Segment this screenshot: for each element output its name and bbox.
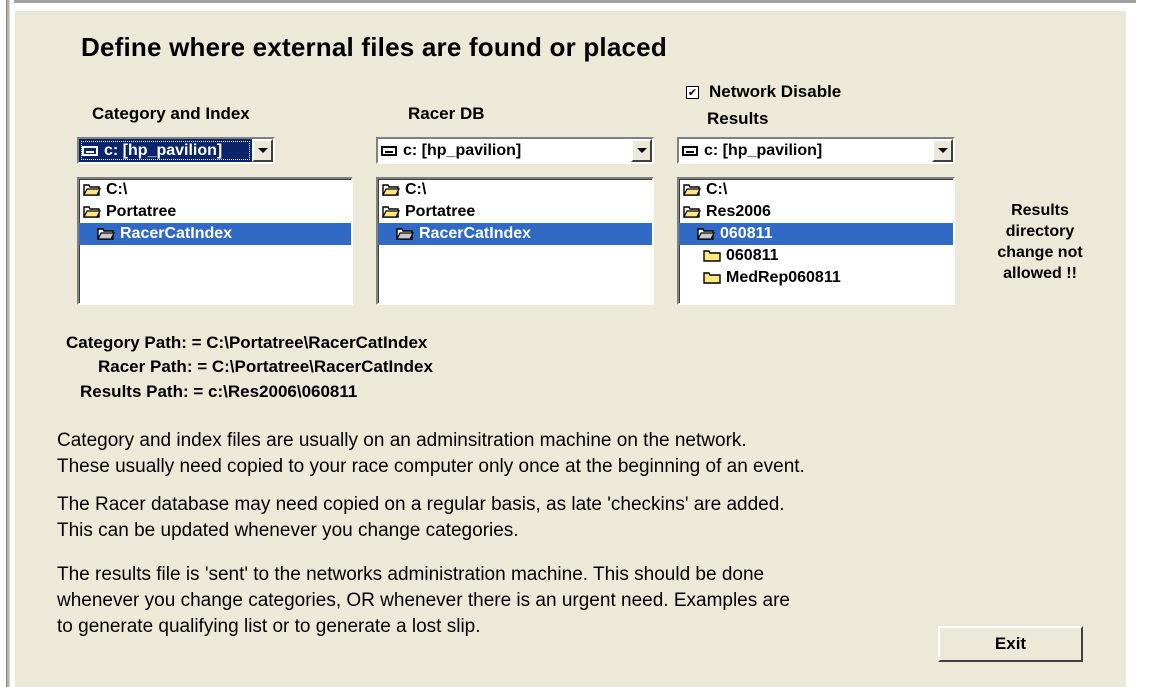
drive-icon [381,145,397,156]
folder-icon [703,250,721,262]
open-folder-icon [83,184,101,196]
dir-item-medrep060811[interactable]: MedRep060811 [679,267,953,289]
results-directory-list[interactable]: C:\ Res2006 060811 060811 MedRep060811 [677,177,955,305]
racer-drive-value: c: [hp_pavilion] [378,139,631,162]
results-note-line: directory [1005,223,1075,240]
info-paragraph-1: Category and index files are usually on … [57,428,805,480]
racer-directory-list[interactable]: C:\ Portatree RacerCatIndex [376,177,654,305]
results-label: Results [707,109,769,128]
network-disable-checkbox-row[interactable]: ✔ Network Disable [686,82,841,102]
dir-item-label: 060811 [726,247,779,264]
open-folder-icon [382,184,400,196]
results-drive-select[interactable]: c: [hp_pavilion] [677,137,955,164]
paragraph-line: Category and index files are usually on … [57,430,747,451]
network-disable-checkbox[interactable]: ✔ [686,85,699,99]
drive-icon [82,145,98,156]
open-folder-icon [683,206,701,218]
category-directory-list[interactable]: C:\ Portatree RacerCatIndex [77,177,353,305]
open-folder-icon [83,206,101,218]
open-folder-icon [683,184,701,196]
chevron-down-icon [257,148,268,153]
drive-icon [682,145,698,156]
category-drive-text: c: [hp_pavilion] [104,141,223,159]
window-top-border [14,0,1136,3]
open-folder-icon [697,228,715,240]
dir-item-root[interactable]: C:\ [79,179,351,201]
open-folder-icon [97,228,115,240]
open-folder-icon [396,228,414,240]
chevron-down-icon [636,148,647,153]
dir-item-label: C:\ [106,181,128,198]
exit-button[interactable]: Exit [938,626,1083,662]
dir-item-label: RacerCatIndex [120,225,233,242]
dir-item-060811-selected[interactable]: 060811 [679,223,953,245]
folder-icon [703,272,721,284]
category-index-label: Category and Index [92,104,250,123]
racer-db-label: Racer DB [408,104,485,123]
dir-item-res2006[interactable]: Res2006 [679,201,953,223]
page-title: Define where external files are found or… [81,32,667,62]
racer-drive-select[interactable]: c: [hp_pavilion] [376,137,654,164]
info-paragraph-3: The results file is 'sent' to the networ… [57,562,790,640]
dir-item-label: Portatree [405,203,476,220]
dir-item-label: C:\ [405,181,427,198]
dialog-window: Define where external files are found or… [0,0,1154,687]
network-disable-label: Network Disable [709,82,842,101]
racer-drive-text: c: [hp_pavilion] [403,141,522,159]
dir-item-label: Portatree [106,203,177,220]
dir-item-label: Res2006 [706,203,771,220]
results-drive-text: c: [hp_pavilion] [704,141,823,159]
racer-drive-dropdown-button[interactable] [631,139,652,162]
category-drive-select[interactable]: c: [hp_pavilion] [77,137,275,164]
results-drive-value: c: [hp_pavilion] [679,139,932,162]
info-paragraph-2: The Racer database may need copied on a … [57,492,785,544]
dir-item-label: MedRep060811 [726,269,841,286]
racer-path: Racer Path: = C:\Portatree\RacerCatIndex [98,357,433,376]
category-drive-dropdown-button[interactable] [252,139,273,162]
paragraph-line: This can be updated whenever you change … [57,520,519,541]
dir-item-racercatindex-selected[interactable]: RacerCatIndex [378,223,652,245]
category-path: Category Path: = C:\Portatree\RacerCatIn… [66,333,428,352]
open-folder-icon [382,206,400,218]
dir-item-portatree[interactable]: Portatree [378,201,652,223]
dir-item-060811-sub[interactable]: 060811 [679,245,953,267]
paragraph-line: to generate qualifying list or to genera… [57,616,481,637]
chevron-down-icon [937,148,948,153]
paragraph-line: whenever you change categories, OR whene… [57,590,790,611]
results-note-line: Results [1011,202,1069,219]
window-left-border [6,0,10,687]
dir-item-label: 060811 [720,225,773,242]
results-note-line: allowed !! [1003,265,1077,282]
dir-item-label: C:\ [706,181,728,198]
category-drive-value: c: [hp_pavilion] [79,139,252,162]
paragraph-line: The Racer database may need copied on a … [57,494,785,515]
dir-item-root[interactable]: C:\ [378,179,652,201]
paragraph-line: These usually need copied to your race c… [57,456,805,477]
dir-item-portatree[interactable]: Portatree [79,201,351,223]
results-drive-dropdown-button[interactable] [932,139,953,162]
results-path: Results Path: = c:\Res2006\060811 [80,382,358,401]
dir-item-root[interactable]: C:\ [679,179,953,201]
results-note-line: change not [997,244,1083,261]
dir-item-label: RacerCatIndex [419,225,532,242]
results-change-note: Results directory change not allowed !! [978,200,1102,284]
paragraph-line: The results file is 'sent' to the networ… [57,564,765,585]
dir-item-racercatindex-selected[interactable]: RacerCatIndex [79,223,351,245]
